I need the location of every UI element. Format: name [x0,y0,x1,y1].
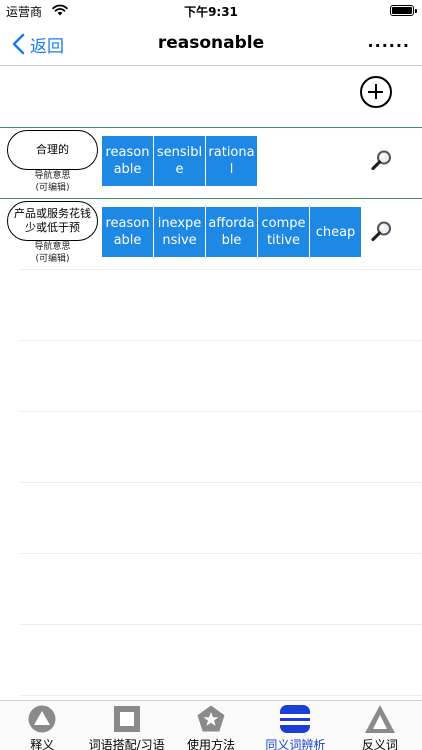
nav-meaning-caption: 导航意思 (可编辑) [7,170,98,194]
word-chip[interactable]: cheap [310,207,361,257]
nav-meaning-button[interactable]: 合理的 [7,130,98,170]
back-button[interactable]: 返回 [10,31,64,57]
word-chip[interactable]: inexpensive [154,207,205,257]
magnifier-icon[interactable] [370,219,394,243]
circle-icon [26,704,58,734]
tab-synonyms[interactable]: 同义词辨析 [253,701,337,750]
clock: 下午9:31 [184,5,238,19]
tab-label: 同义词辨析 [265,738,326,750]
nav-meaning-button[interactable]: 产品或服务花钱少或低于预 [7,201,98,241]
tab-label: 反义词 [361,738,398,750]
tab-definition[interactable]: 释义 [0,701,84,750]
tab-antonyms[interactable]: 反义词 [338,701,422,750]
nav-meaning-caption: 导航意思 (可编辑) [7,241,98,265]
synonym-group-row: 产品或服务花钱少或低于预 导航意思 (可编辑) reasonable inexp… [0,199,422,269]
navigation-bar: 返回 reasonable ...... [0,22,422,66]
more-button[interactable]: ...... [368,32,410,51]
list-separator [20,695,422,696]
word-chip[interactable]: competitive [258,207,309,257]
magnifier-icon[interactable] [370,148,394,172]
word-chip-list: reasonable inexpensive affordable compet… [102,207,362,257]
tab-collocations[interactable]: 词语搭配/习语 [84,701,168,750]
square-icon [111,704,143,734]
caption-text: 导航意思 (可编辑) [34,171,71,193]
add-group-button[interactable] [360,76,392,108]
list-separator [20,411,422,412]
list-separator [20,340,422,341]
synonym-group-row: 合理的 导航意思 (可编辑) reasonable sensible ratio… [0,128,422,198]
tab-usage[interactable]: 使用方法 [169,701,253,750]
word-chip-list: reasonable sensible rational [102,136,258,186]
tab-bar: 释义 词语搭配/习语 使用方法 同义词辨析 反义词 [0,700,422,750]
chevron-left-icon [12,33,25,55]
triangle-icon [364,704,396,734]
tab-label: 释义 [30,738,55,750]
list-separator [20,482,422,483]
star-pentagon-icon [195,704,227,734]
list-separator [20,624,422,625]
synonym-bars-icon [279,704,311,734]
word-chip[interactable]: reasonable [102,136,153,186]
caption-text: 导航意思 (可编辑) [34,242,71,264]
tab-label: 词语搭配/习语 [88,738,165,750]
list-separator [20,269,422,270]
word-chip[interactable]: reasonable [102,207,153,257]
list-separator [20,553,422,554]
back-label: 返回 [30,36,64,57]
word-chip[interactable]: rational [206,136,257,186]
battery-icon [390,5,417,16]
word-chip[interactable]: affordable [206,207,257,257]
status-bar: 运营商 下午9:31 [0,0,422,22]
word-chip[interactable]: sensible [154,136,205,186]
tab-label: 使用方法 [187,738,236,750]
